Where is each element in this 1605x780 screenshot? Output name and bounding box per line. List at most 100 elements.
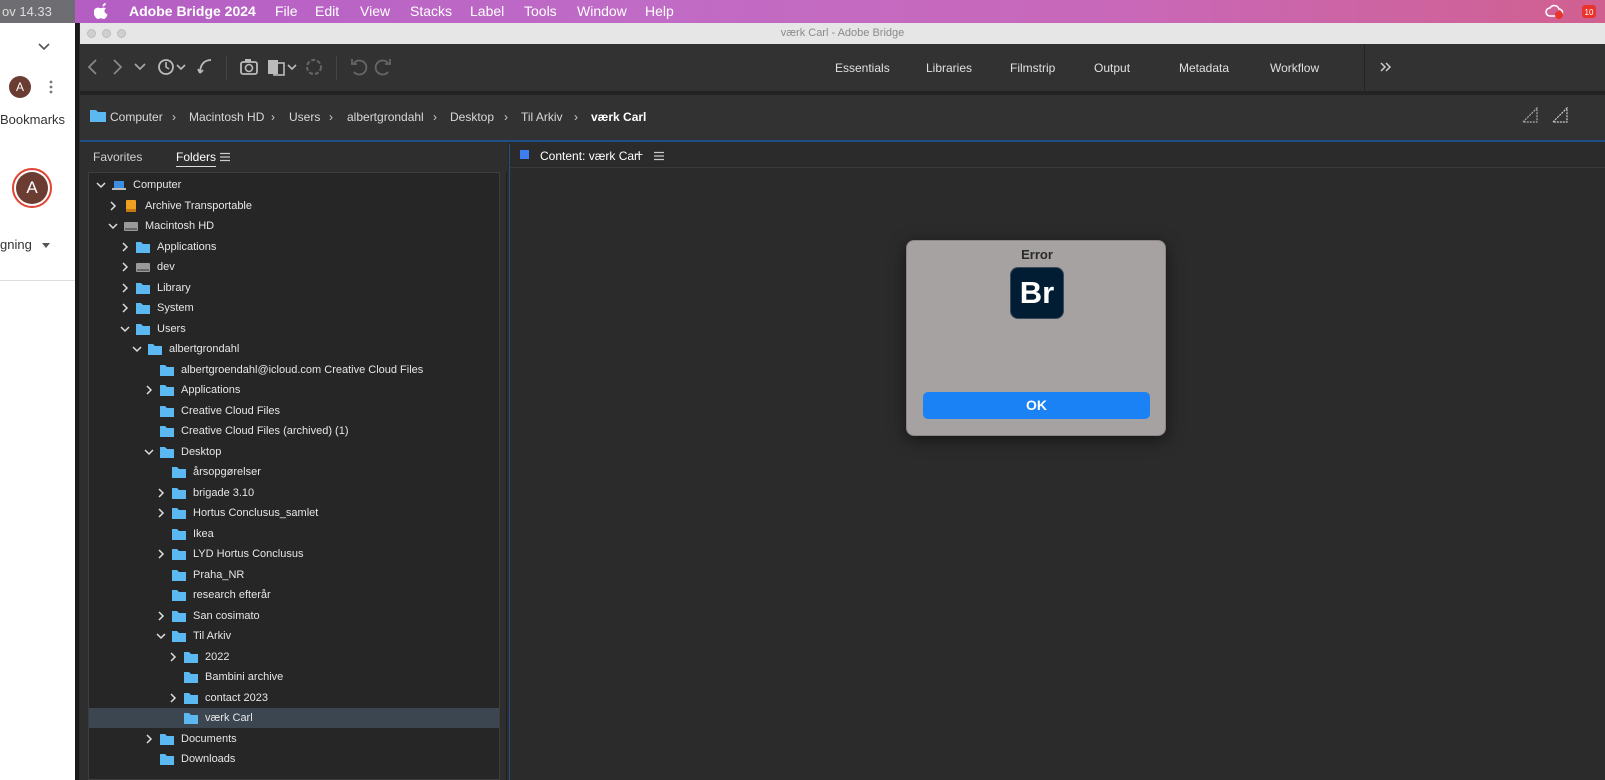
- tree-row[interactable]: Applications: [89, 380, 499, 400]
- more-icon[interactable]: [48, 79, 54, 95]
- app-name-menu[interactable]: Adobe Bridge 2024: [129, 3, 256, 19]
- tree-row[interactable]: Applications: [89, 237, 499, 257]
- chevron-right-icon[interactable]: [167, 651, 179, 663]
- tree-row[interactable]: Users: [89, 319, 499, 339]
- menu-tools[interactable]: Tools: [524, 3, 557, 19]
- tree-row[interactable]: Computer: [89, 175, 499, 195]
- tab-favorites[interactable]: Favorites: [93, 150, 142, 164]
- chevron-right-icon[interactable]: [107, 200, 119, 212]
- menu-stacks[interactable]: Stacks: [410, 3, 452, 19]
- workspace-output[interactable]: Output: [1094, 61, 1130, 75]
- tree-row[interactable]: årsopgørelser: [89, 462, 499, 482]
- menu-file[interactable]: File: [275, 3, 298, 19]
- menu-view[interactable]: View: [360, 3, 390, 19]
- close-window-button[interactable]: [87, 29, 96, 38]
- tree-row[interactable]: Ikea: [89, 524, 499, 544]
- bookmarks-label[interactable]: Bookmarks: [0, 112, 65, 127]
- tree-row[interactable]: Bambini archive: [89, 667, 499, 687]
- notification-icon[interactable]: 10: [1580, 2, 1600, 21]
- zoom-window-button[interactable]: [117, 29, 126, 38]
- tree-row[interactable]: albertgrondahl: [89, 339, 499, 359]
- menu-edit[interactable]: Edit: [315, 3, 339, 19]
- sync-label[interactable]: gning: [0, 237, 32, 252]
- breadcrumb-albertgrondahl[interactable]: albertgrondahl: [347, 110, 424, 124]
- tree-row[interactable]: Praha_NR: [89, 565, 499, 585]
- view-options-icon[interactable]: [1551, 107, 1569, 123]
- chevron-right-icon[interactable]: [119, 241, 131, 253]
- breadcrumb-macintosh-hd[interactable]: Macintosh HD: [189, 110, 264, 124]
- menu-window[interactable]: Window: [577, 3, 627, 19]
- rotate-right-icon[interactable]: [373, 56, 393, 78]
- get-photos-from-camera-icon[interactable]: [239, 56, 261, 78]
- tree-row[interactable]: dev: [89, 257, 499, 277]
- tree-row[interactable]: værk Carl: [89, 708, 499, 728]
- return-to-photoshop-icon[interactable]: [196, 56, 214, 78]
- chevron-right-icon[interactable]: [119, 261, 131, 273]
- chevron-right-icon[interactable]: [119, 302, 131, 314]
- tree-row[interactable]: Macintosh HD: [89, 216, 499, 236]
- breadcrumb-users[interactable]: Users: [289, 110, 320, 124]
- chevron-right-icon[interactable]: [167, 692, 179, 704]
- tree-row[interactable]: 2022: [89, 647, 499, 667]
- tree-row[interactable]: Downloads: [89, 749, 499, 769]
- tree-row[interactable]: San cosimato: [89, 606, 499, 626]
- tree-row[interactable]: albertgroendahl@icloud.com Creative Clou…: [89, 360, 499, 380]
- tree-row[interactable]: Archive Transportable: [89, 196, 499, 216]
- profile-avatar[interactable]: A: [12, 168, 52, 208]
- chevron-right-icon[interactable]: [155, 487, 167, 499]
- caret-down-icon[interactable]: [41, 241, 51, 249]
- minimize-window-button[interactable]: [102, 29, 111, 38]
- chevron-right-icon[interactable]: [143, 384, 155, 396]
- menu-label[interactable]: Label: [470, 3, 504, 19]
- open-in-camera-raw-icon[interactable]: [304, 56, 324, 78]
- creative-cloud-icon[interactable]: [1545, 2, 1565, 21]
- chevron-down-icon[interactable]: [95, 179, 107, 191]
- breadcrumb-til-arkiv[interactable]: Til Arkiv: [521, 110, 563, 124]
- chevron-right-icon[interactable]: [155, 610, 167, 622]
- avatar[interactable]: A: [9, 76, 31, 98]
- tree-row[interactable]: Library: [89, 278, 499, 298]
- forward-icon[interactable]: [110, 58, 124, 76]
- tree-row[interactable]: Documents: [89, 729, 499, 749]
- tree-row[interactable]: LYD Hortus Conclusus: [89, 544, 499, 564]
- tree-row[interactable]: Til Arkiv: [89, 626, 499, 646]
- more-workspaces-icon[interactable]: [1379, 60, 1393, 74]
- tree-row[interactable]: System: [89, 298, 499, 318]
- chevron-down-icon[interactable]: [131, 343, 143, 355]
- chevron-down-icon[interactable]: [119, 323, 131, 335]
- chevron-right-icon[interactable]: [155, 548, 167, 560]
- workspace-essentials[interactable]: Essentials: [835, 61, 890, 75]
- apple-icon[interactable]: [94, 3, 110, 19]
- workspace-metadata[interactable]: Metadata: [1179, 61, 1229, 75]
- chevron-right-icon[interactable]: [119, 282, 131, 294]
- workspace-filmstrip[interactable]: Filmstrip: [1010, 61, 1055, 75]
- rotate-left-icon[interactable]: [349, 56, 369, 78]
- ok-button[interactable]: OK: [923, 392, 1150, 419]
- add-tab-icon[interactable]: +: [635, 146, 643, 162]
- chevron-down-icon[interactable]: [107, 220, 119, 232]
- chevron-right-icon[interactable]: [155, 507, 167, 519]
- quality-icon[interactable]: [1521, 107, 1539, 123]
- tree-row[interactable]: research efterår: [89, 585, 499, 605]
- tree-row[interactable]: contact 2023: [89, 688, 499, 708]
- breadcrumb-computer[interactable]: Computer: [110, 110, 163, 124]
- chevron-right-icon[interactable]: [143, 733, 155, 745]
- chevron-down-icon[interactable]: [38, 41, 50, 51]
- back-icon[interactable]: [86, 58, 100, 76]
- workspace-workflow[interactable]: Workflow: [1270, 61, 1319, 75]
- panel-menu-icon[interactable]: [220, 152, 230, 162]
- breadcrumb-desktop[interactable]: Desktop: [450, 110, 494, 124]
- tree-row[interactable]: Hortus Conclusus_samlet: [89, 503, 499, 523]
- tree-row[interactable]: Creative Cloud Files (archived) (1): [89, 421, 499, 441]
- tree-row[interactable]: Desktop: [89, 442, 499, 462]
- tab-folders[interactable]: Folders: [176, 150, 217, 167]
- tree-row[interactable]: brigade 3.10: [89, 483, 499, 503]
- tree-row[interactable]: Creative Cloud Files: [89, 401, 499, 421]
- recent-history-icon[interactable]: [155, 56, 189, 78]
- content-tab-label[interactable]: Content: værk Carl: [540, 149, 641, 163]
- refine-icon[interactable]: [266, 56, 300, 78]
- workspace-libraries[interactable]: Libraries: [926, 61, 972, 75]
- chevron-down-icon[interactable]: [134, 62, 146, 72]
- chevron-down-icon[interactable]: [155, 630, 167, 642]
- panel-menu-icon[interactable]: [654, 151, 664, 161]
